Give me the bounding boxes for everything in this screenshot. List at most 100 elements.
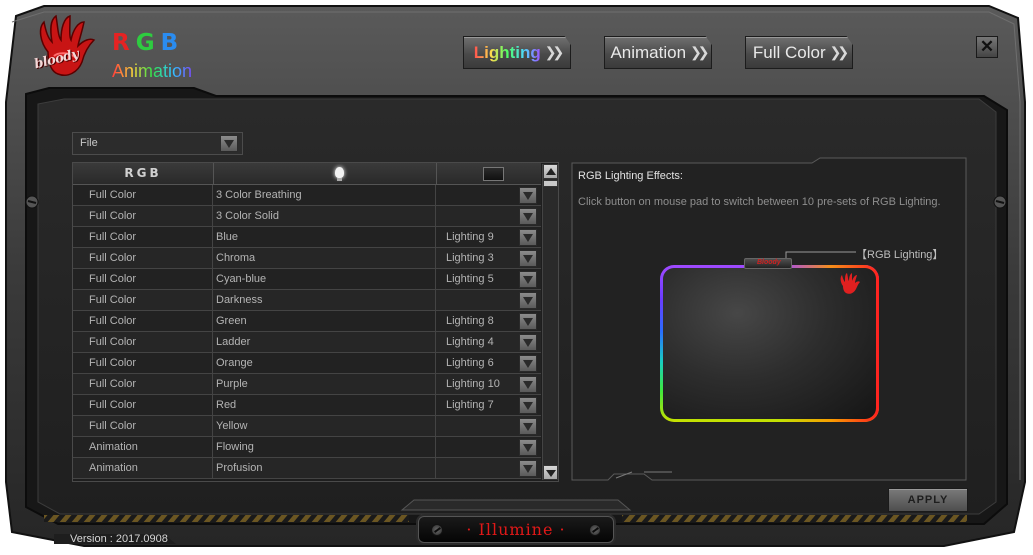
preset-dropdown-arrow-icon[interactable] [519, 292, 537, 309]
table-header: RGB [73, 163, 541, 185]
scrollbar-thumb[interactable] [543, 180, 558, 187]
row-effect-cell: 3 Color Breathing [213, 185, 436, 205]
lighting-table: RGB Full Color 3 Color Breathing Full Colo… [72, 162, 559, 482]
rgb-lighting-button: Bloody [744, 258, 792, 269]
file-dropdown[interactable]: File [72, 132, 243, 155]
header-divider [213, 163, 214, 185]
header-rgb: RGB [124, 166, 162, 180]
pad-tab-text: Bloody [757, 259, 781, 266]
preset-dropdown-arrow-icon[interactable] [519, 418, 537, 435]
row-effect-cell: Darkness [213, 290, 436, 310]
row-type-cell: Full Color [73, 332, 213, 352]
row-type-cell: Full Color [73, 311, 213, 331]
apply-button[interactable]: APPLY [888, 488, 968, 512]
lightbulb-icon [335, 167, 344, 181]
tab-full-color-label: Full Color [752, 42, 826, 62]
header-divider [436, 163, 437, 185]
color-swatch-icon [483, 167, 504, 181]
row-effect-cell: Red [213, 395, 436, 415]
row-effect-cell: Orange [213, 353, 436, 373]
tab-animation-label: Animation [610, 42, 687, 62]
table-row[interactable]: Full Color Blue Lighting 9 [73, 227, 541, 248]
preset-dropdown-arrow-icon[interactable] [519, 460, 537, 477]
close-button[interactable]: ✕ [976, 36, 998, 58]
bloody-pad-logo-icon [840, 273, 860, 294]
double-chevron-right-icon: ❯❯ [690, 44, 710, 60]
title-letter-b: B [160, 30, 185, 56]
row-type-cell: Animation [73, 458, 213, 478]
row-type-cell: Full Color [73, 227, 213, 247]
row-type-cell: Full Color [73, 374, 213, 394]
bloody-hand-logo-icon [39, 14, 96, 76]
row-effect-cell: Cyan-blue [213, 269, 436, 289]
app-subtitle: Animation [112, 61, 193, 81]
preset-dropdown-arrow-icon[interactable] [519, 355, 537, 372]
row-effect-cell: Purple [213, 374, 436, 394]
row-effect-cell: Blue [213, 227, 436, 247]
row-effect-cell: Chroma [213, 248, 436, 268]
preset-dropdown-arrow-icon[interactable] [519, 376, 537, 393]
table-row[interactable]: Full Color Yellow [73, 416, 541, 437]
row-effect-cell: 3 Color Solid [213, 206, 436, 226]
scroll-up-arrow-icon[interactable] [543, 164, 558, 179]
double-chevron-right-icon: ❯❯ [829, 44, 850, 60]
app-title-rgb: RGB [112, 32, 184, 55]
preset-dropdown-arrow-icon[interactable] [519, 250, 537, 267]
row-type-cell: Full Color [73, 248, 213, 268]
row-effect-cell: Green [213, 311, 436, 331]
illumine-badge: · Illumine · [418, 516, 614, 543]
tab-animation[interactable]: Animation ❯❯ [604, 36, 712, 69]
table-row[interactable]: Full Color Red Lighting 7 [73, 395, 541, 416]
row-effect-cell: Yellow [213, 416, 436, 436]
table-scrollbar[interactable] [542, 164, 558, 480]
tab-lighting[interactable]: Lighting ❯❯ [463, 36, 571, 69]
double-chevron-right-icon: ❯❯ [544, 44, 565, 60]
table-row[interactable]: Full Color 3 Color Solid [73, 206, 541, 227]
effects-title: RGB Lighting Effects: [578, 170, 683, 182]
dropdown-arrow-icon[interactable] [220, 135, 238, 152]
title-letter-g: G [135, 30, 161, 56]
effects-description: Click button on mouse pad to switch betw… [578, 196, 941, 208]
screw-icon [589, 524, 601, 536]
row-type-cell: Full Color [73, 416, 213, 436]
row-type-cell: Full Color [73, 206, 213, 226]
row-effect-cell: Profusion [213, 458, 436, 478]
row-type-cell: Full Color [73, 353, 213, 373]
scroll-down-arrow-icon[interactable] [543, 465, 558, 480]
table-row[interactable]: Full Color Purple Lighting 10 [73, 374, 541, 395]
row-type-cell: Full Color [73, 269, 213, 289]
row-type-cell: Full Color [73, 185, 213, 205]
preset-dropdown-arrow-icon[interactable] [519, 397, 537, 414]
table-row[interactable]: Full Color Ladder Lighting 4 [73, 332, 541, 353]
row-type-cell: Full Color [73, 395, 213, 415]
version-label: Version : 2017.0908 [70, 533, 168, 545]
title-letter-r: R [112, 30, 136, 56]
table-row[interactable]: Full Color Orange Lighting 6 [73, 353, 541, 374]
tab-lighting-label: Lighting [473, 42, 541, 62]
table-row[interactable]: Animation Profusion [73, 458, 541, 479]
table-row[interactable]: Full Color Chroma Lighting 3 [73, 248, 541, 269]
preset-dropdown-arrow-icon[interactable] [519, 334, 537, 351]
row-effect-cell: Ladder [213, 332, 436, 352]
close-icon: ✕ [979, 37, 995, 56]
table-row[interactable]: Full Color Green Lighting 8 [73, 311, 541, 332]
app-window: bloody RGB Animation Lighting ❯❯ Animati… [4, 2, 1028, 550]
table-row[interactable]: Full Color Darkness [73, 290, 541, 311]
preset-dropdown-arrow-icon[interactable] [519, 208, 537, 225]
row-type-cell: Animation [73, 437, 213, 457]
illumine-label: · Illumine · [466, 520, 566, 539]
row-type-cell: Full Color [73, 290, 213, 310]
preset-dropdown-arrow-icon[interactable] [519, 187, 537, 204]
table-row[interactable]: Full Color Cyan-blue Lighting 5 [73, 269, 541, 290]
table-row[interactable]: Full Color 3 Color Breathing [73, 185, 541, 206]
file-dropdown-value: File [80, 137, 98, 149]
rgb-lighting-callout: 【RGB Lighting】 [856, 249, 944, 261]
preset-dropdown-arrow-icon[interactable] [519, 271, 537, 288]
table-row[interactable]: Animation Flowing [73, 437, 541, 458]
tab-full-color[interactable]: Full Color ❯❯ [745, 36, 853, 69]
preset-dropdown-arrow-icon[interactable] [519, 313, 537, 330]
preset-dropdown-arrow-icon[interactable] [519, 439, 537, 456]
preset-dropdown-arrow-icon[interactable] [519, 229, 537, 246]
row-effect-cell: Flowing [213, 437, 436, 457]
table-body: Full Color 3 Color Breathing Full Color 3 C… [73, 185, 541, 479]
